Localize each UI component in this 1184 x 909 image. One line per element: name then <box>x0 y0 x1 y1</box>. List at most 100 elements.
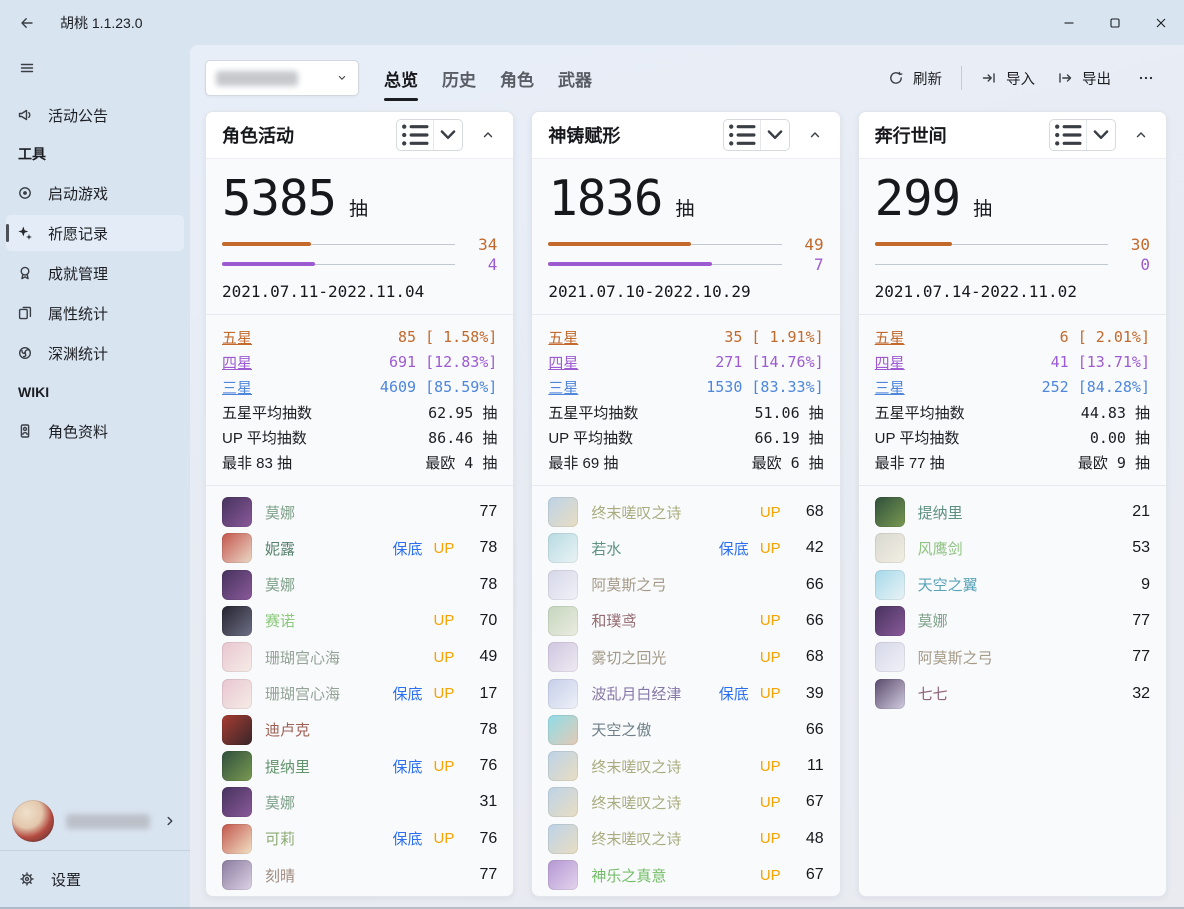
sidebar-item-成就管理[interactable]: 成就管理 <box>6 255 184 291</box>
list-item[interactable]: 七七32 <box>875 675 1150 711</box>
action-button-导入[interactable]: 导入 <box>970 62 1046 95</box>
stat-value: 44.83 抽 <box>1081 402 1150 423</box>
tab-历史[interactable]: 历史 <box>430 45 488 111</box>
progress-track <box>222 260 455 269</box>
stat-value: 4609 [85.59%] <box>380 378 497 396</box>
list-item[interactable]: 雾切之回光UP68 <box>548 639 823 675</box>
list-item[interactable]: 赛诺UP70 <box>222 603 497 639</box>
list-item[interactable]: 风鹰剑53 <box>875 530 1150 566</box>
list-item[interactable]: 神乐之真意UP67 <box>548 857 823 893</box>
list-item[interactable]: 刻晴77 <box>222 857 497 893</box>
list-item[interactable]: 珊瑚宫心海UP49 <box>222 639 497 675</box>
sidebar-item-活动公告[interactable]: 活动公告 <box>6 97 184 133</box>
list-item[interactable]: 波乱月白经津保底UP39 <box>548 675 823 711</box>
maximize-button[interactable] <box>1092 0 1138 45</box>
list-item[interactable]: 终末嗟叹之诗UP67 <box>548 784 823 820</box>
list-item[interactable]: 阿莫斯之弓77 <box>875 639 1150 675</box>
list-item[interactable]: 天空之翼 9 <box>875 567 1150 603</box>
collapse-button[interactable] <box>475 120 501 150</box>
sidebar-item-角色资料[interactable]: 角色资料 <box>6 413 184 449</box>
pity-progress-row: 34 <box>222 240 497 249</box>
list-item[interactable]: 和璞鸢UP66 <box>548 603 823 639</box>
uid-selector[interactable] <box>205 60 359 96</box>
item-avatar <box>875 570 905 600</box>
list-item[interactable]: 提纳里保底UP76 <box>222 748 497 784</box>
pity-count: 49 <box>792 235 824 254</box>
sidebar-item-属性统计[interactable]: 属性统计 <box>6 295 184 331</box>
action-button-导出[interactable]: 导出 <box>1046 62 1122 95</box>
collapse-button[interactable] <box>802 120 828 150</box>
list-item[interactable]: 莫娜31 <box>222 784 497 820</box>
stat-value: 691 [12.83%] <box>389 353 497 371</box>
list-item[interactable]: 天空之傲66 <box>548 712 823 748</box>
item-name: 莫娜 <box>265 574 454 595</box>
item-badge-up: UP <box>760 794 781 811</box>
list-item[interactable]: 莫娜78 <box>222 567 497 603</box>
sidebar-item-label: 活动公告 <box>48 105 108 126</box>
pity-progress-row: 4 <box>222 260 497 269</box>
five-star-item-list: 终末嗟叹之诗UP68若水保底UP42阿莫斯之弓66和璞鸢UP66雾切之回光UP6… <box>548 486 823 896</box>
tab-总览[interactable]: 总览 <box>372 45 430 111</box>
item-pull-count: 68 <box>794 648 824 666</box>
stat-label[interactable]: 四星 <box>548 352 578 373</box>
sidebar-item-祈愿记录[interactable]: 祈愿记录 <box>6 215 184 251</box>
list-mode-split-button[interactable] <box>1049 119 1116 151</box>
tab-武器[interactable]: 武器 <box>546 45 604 111</box>
banner-card-header: 神铸赋形 <box>532 112 839 159</box>
list-item[interactable]: 终末嗟叹之诗UP11 <box>548 748 823 784</box>
tab-角色[interactable]: 角色 <box>488 45 546 111</box>
item-pull-count: 76 <box>467 757 497 775</box>
stat-label: UP 平均抽数 <box>548 427 633 448</box>
stat-row: UP 平均抽数66.19 抽 <box>548 425 823 450</box>
list-item[interactable]: 终末嗟叹之诗UP48 <box>548 821 823 857</box>
sidebar-item-label: 祈愿记录 <box>48 223 108 244</box>
item-pull-count: 9 <box>1120 576 1150 594</box>
item-pull-count: 78 <box>467 539 497 557</box>
user-account-row[interactable] <box>0 792 190 850</box>
stat-label[interactable]: 四星 <box>875 352 905 373</box>
stat-label[interactable]: 五星 <box>548 327 578 348</box>
item-name: 天空之翼 <box>918 574 1107 595</box>
item-pull-count: 66 <box>794 721 824 739</box>
stat-label[interactable]: 三星 <box>222 377 252 398</box>
list-item[interactable]: 提纳里21 <box>875 494 1150 530</box>
list-mode-split-button[interactable] <box>396 119 463 151</box>
item-avatar <box>222 679 252 709</box>
list-item[interactable]: 珊瑚宫心海保底UP17 <box>222 675 497 711</box>
list-item[interactable]: 莫娜77 <box>875 603 1150 639</box>
nav-toggle-button[interactable] <box>8 51 46 85</box>
collapse-button[interactable] <box>1128 120 1154 150</box>
list-item[interactable]: 莫娜77 <box>222 494 497 530</box>
list-item[interactable]: 可莉保底UP76 <box>222 821 497 857</box>
stat-label[interactable]: 五星 <box>222 327 252 348</box>
five-star-item-list: 莫娜77妮露保底UP78莫娜78赛诺UP70珊瑚宫心海UP49珊瑚宫心海保底UP… <box>222 486 497 896</box>
more-options-button[interactable] <box>1128 64 1164 92</box>
item-name: 阿莫斯之弓 <box>591 574 780 595</box>
item-name: 提纳里 <box>265 756 381 777</box>
action-label: 导出 <box>1082 68 1111 89</box>
list-item[interactable]: 若水保底UP42 <box>548 530 823 566</box>
minimize-button[interactable] <box>1046 0 1092 45</box>
item-pull-count: 76 <box>467 830 497 848</box>
sidebar-item-深渊统计[interactable]: 深渊统计 <box>6 335 184 371</box>
banner-card: 奔行世间299抽3002021.07.14-2022.11.02五星6 [ 2.… <box>858 111 1167 897</box>
list-item[interactable]: 终末嗟叹之诗UP68 <box>548 494 823 530</box>
stat-row: 五星35 [ 1.91%] <box>548 325 823 350</box>
back-button[interactable] <box>10 8 44 38</box>
action-button-刷新[interactable]: 刷新 <box>877 62 953 95</box>
list-item[interactable]: 阿莫斯之弓66 <box>548 567 823 603</box>
pity-progress-bars: 300 <box>875 240 1150 269</box>
sidebar-item-label: 成就管理 <box>48 263 108 284</box>
stat-label[interactable]: 三星 <box>548 377 578 398</box>
sidebar-item-settings[interactable]: 设置 <box>6 857 184 901</box>
stat-label[interactable]: 四星 <box>222 352 252 373</box>
stat-label[interactable]: 五星 <box>875 327 905 348</box>
close-button[interactable] <box>1138 0 1184 45</box>
stat-row: 四星41 [13.71%] <box>875 350 1150 375</box>
list-item[interactable]: 妮露保底UP78 <box>222 530 497 566</box>
progress-fill <box>875 242 952 246</box>
sidebar-item-启动游戏[interactable]: 启动游戏 <box>6 175 184 211</box>
list-item[interactable]: 迪卢克78 <box>222 712 497 748</box>
stat-label[interactable]: 三星 <box>875 377 905 398</box>
list-mode-split-button[interactable] <box>723 119 790 151</box>
